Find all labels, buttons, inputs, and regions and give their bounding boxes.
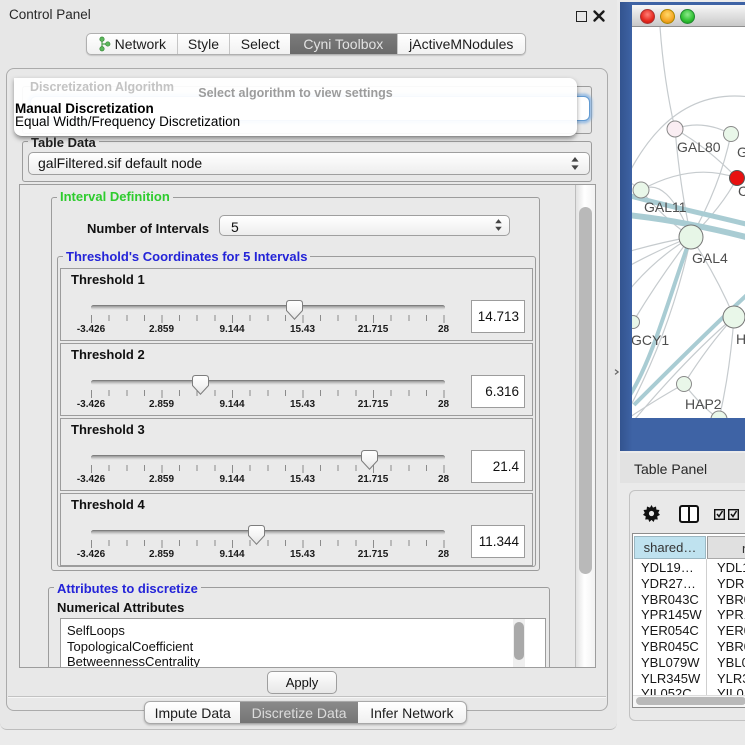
svg-text:GAL4: GAL4 xyxy=(692,250,728,266)
svg-text:C: C xyxy=(738,183,745,199)
svg-text:GAL: GAL xyxy=(737,144,745,160)
svg-text:HAP2: HAP2 xyxy=(685,396,722,412)
svg-text:GCY1: GCY1 xyxy=(632,332,669,348)
svg-text:H: H xyxy=(736,331,745,347)
svg-text:GAL80: GAL80 xyxy=(677,139,721,155)
svg-text:GAL11: GAL11 xyxy=(644,199,687,215)
